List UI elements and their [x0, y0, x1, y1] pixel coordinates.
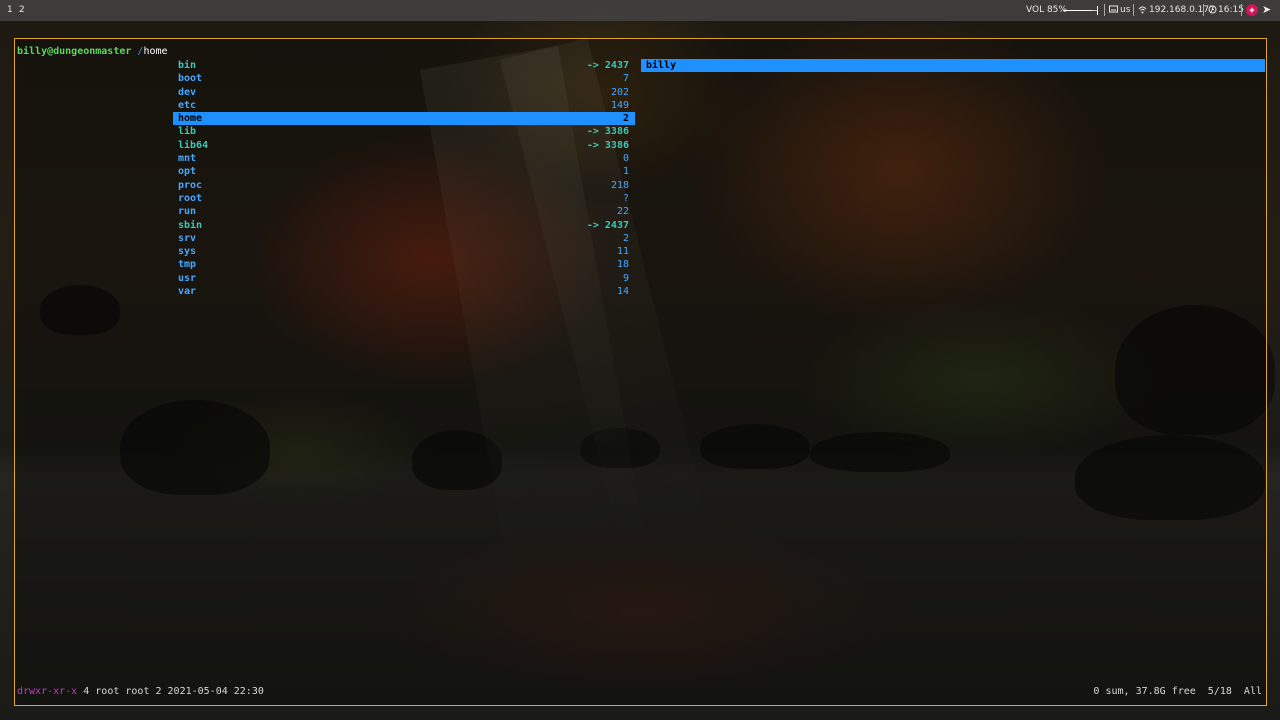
file-list-row[interactable]: proc 218 — [173, 179, 635, 192]
file-list-row[interactable]: mnt 0 — [173, 152, 635, 165]
entry-name: boot — [178, 73, 203, 85]
file-list-row[interactable]: var 14 — [173, 285, 635, 298]
network-icon — [1138, 5, 1147, 17]
entry-size: 218 — [610, 179, 629, 191]
entry-size: 14 — [616, 286, 629, 298]
entry-size: -> 3386 — [586, 126, 629, 138]
file-list-row[interactable]: root? — [173, 192, 635, 205]
file-list-row[interactable]: bin -> 2437 — [173, 59, 635, 72]
preview-entry-name: billy — [646, 60, 677, 71]
preview-row[interactable]: billy — [641, 59, 1265, 73]
file-details: 4 root root 2 2021-05-04 22:30 — [77, 686, 264, 697]
status-bar: drwxr-xr-x 4 root root 2 2021-05-04 22:3… — [17, 686, 1264, 698]
entry-size: 0 — [622, 153, 629, 165]
preview-pane[interactable]: billy — [641, 59, 1265, 73]
file-list-row[interactable]: boot 7 — [173, 72, 635, 85]
separator — [1241, 4, 1242, 16]
entry-size: 7 — [622, 73, 629, 85]
entry-name: sys — [178, 246, 197, 258]
file-info: drwxr-xr-x 4 root root 2 2021-05-04 22:3… — [17, 686, 264, 697]
entry-name: srv — [178, 232, 197, 244]
file-permissions: drwxr-xr-x — [17, 686, 78, 697]
entry-name: sbin — [178, 219, 203, 231]
entry-size: ? — [622, 192, 629, 204]
entry-size: 9 — [622, 272, 629, 284]
entry-size: 11 — [616, 246, 629, 258]
entry-name: mnt — [178, 153, 197, 165]
current-directory: home — [143, 46, 168, 57]
entry-size: 2 — [622, 232, 629, 244]
volume-slider[interactable] — [1063, 10, 1097, 11]
entry-name: opt — [178, 166, 197, 178]
file-list-row[interactable]: opt 1 — [173, 165, 635, 178]
entry-size: -> 2437 — [586, 219, 629, 231]
entry-name: run — [178, 206, 197, 218]
entry-name: root — [178, 192, 203, 204]
file-list-row[interactable]: lib -> 3386 — [173, 125, 635, 138]
file-list-row[interactable]: run 22 — [173, 205, 635, 218]
telegram-icon[interactable]: ➤ — [1262, 3, 1271, 16]
file-list-row[interactable]: dev 202 — [173, 86, 635, 99]
ip-address[interactable]: 192.168.0.177 — [1149, 5, 1215, 15]
terminal-window[interactable]: billy@dungeonmaster /home bin -> 2437 boot… — [14, 38, 1267, 706]
entry-name: usr — [178, 272, 197, 284]
separator — [1104, 4, 1105, 16]
entry-name: bin — [178, 60, 197, 71]
file-list-row[interactable]: etc 149 — [173, 99, 635, 112]
entry-name: proc — [178, 179, 203, 191]
file-list-row[interactable]: lib64 -> 3386 — [173, 139, 635, 152]
file-list-row[interactable]: usr 9 — [173, 272, 635, 285]
keyboard-icon — [1109, 5, 1118, 16]
volume-slider-handle[interactable] — [1097, 6, 1098, 15]
entry-size: -> 3386 — [586, 139, 629, 151]
entry-size: 18 — [616, 259, 629, 271]
entry-name: etc — [178, 99, 197, 111]
current-path: billy@dungeonmaster /home — [17, 46, 168, 57]
entry-size: 2 — [622, 113, 629, 125]
keyboard-layout[interactable]: us — [1120, 5, 1130, 15]
entry-name: var — [178, 286, 197, 298]
file-list-row[interactable]: sys 11 — [173, 245, 635, 258]
file-list-row[interactable]: srv 2 — [173, 232, 635, 245]
entry-name: dev — [178, 86, 197, 98]
file-list[interactable]: bin -> 2437 boot 7 dev 202 etc 149 home 2 lib -> 33… — [173, 59, 635, 298]
clock-icon — [1208, 5, 1217, 17]
directory-summary: 0 sum, 37.8G free 5/18 All — [1093, 686, 1262, 697]
file-list-row[interactable]: tmp 18 — [173, 258, 635, 271]
workspace-1-button[interactable]: 1 — [7, 5, 13, 15]
file-list-row[interactable]: sbin -> 2437 — [173, 219, 635, 232]
tray-app-icon[interactable]: ◈ — [1246, 4, 1258, 16]
volume-slider-fill — [1063, 10, 1092, 11]
file-list-row-selected[interactable]: home 2 — [173, 112, 635, 126]
prompt-user: billy@dungeonmaster — [17, 46, 132, 57]
volume-label: VOL 85% — [1026, 5, 1067, 15]
top-status-bar: 1 2 VOL 85% us 192.168.0.177 16:15 ◈ ➤ — [0, 0, 1280, 21]
entry-name: lib64 — [178, 139, 209, 151]
entry-name: tmp — [178, 259, 197, 271]
path-separator: / — [131, 46, 144, 57]
entry-name: home — [178, 113, 203, 125]
entry-size: 149 — [610, 99, 629, 111]
entry-size: -> 2437 — [586, 60, 629, 71]
separator — [1203, 4, 1204, 16]
workspace-2-button[interactable]: 2 — [19, 5, 25, 15]
entry-size: 1 — [622, 166, 629, 178]
entry-size: 22 — [616, 206, 629, 218]
entry-name: lib — [178, 126, 197, 138]
separator — [1133, 4, 1134, 16]
entry-size: 202 — [610, 86, 629, 98]
